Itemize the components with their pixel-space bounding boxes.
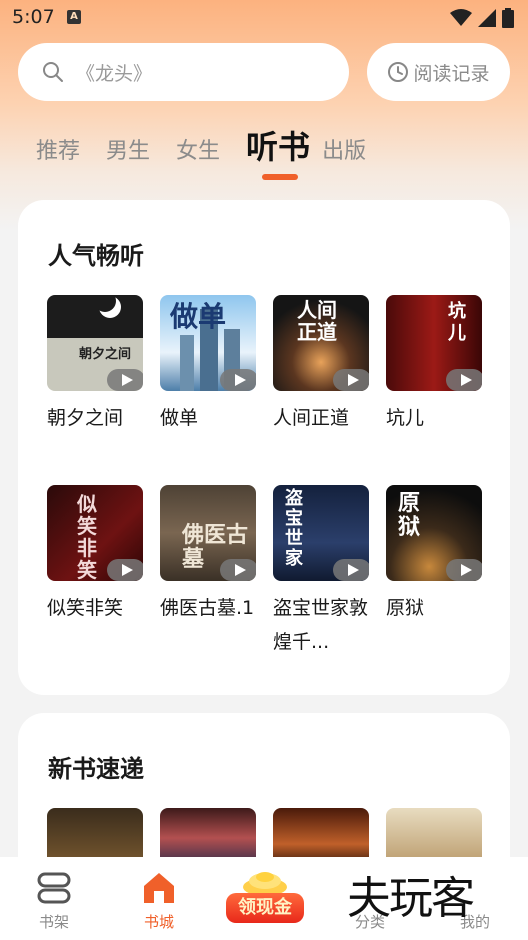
section-title: 新书速递 — [48, 755, 144, 783]
tab-audiobook[interactable]: 听书 — [246, 126, 311, 180]
cover-text: 原狱 — [398, 490, 421, 540]
reading-history-button[interactable]: 阅读记录 — [367, 43, 510, 101]
book-item[interactable]: 朝夕之间 朝夕之间 — [47, 295, 143, 435]
cover-text: 似笑非笑 — [77, 492, 97, 581]
coin-pile-icon — [243, 872, 287, 895]
book-item[interactable]: 坑儿 坑儿 — [386, 295, 482, 435]
cover-text: 人间正道 — [297, 298, 337, 344]
book-title: 朝夕之间 — [47, 407, 124, 429]
nav-bookshelf-label: 书架 — [38, 913, 69, 931]
play-icon — [446, 559, 482, 581]
search-icon — [43, 62, 63, 82]
play-icon — [333, 559, 369, 581]
claim-cash-label: 领现金 — [226, 893, 304, 923]
reading-history-label: 阅读记录 — [413, 62, 490, 85]
book-cover: 人间正道 — [273, 295, 369, 391]
cover-text: 做单 — [170, 300, 227, 333]
play-icon — [107, 369, 143, 391]
tab-female[interactable]: 女生 — [176, 136, 220, 168]
clock-icon — [388, 62, 409, 82]
cover-text: 朝夕之间 — [79, 347, 132, 362]
book-title: 盗宝世家敦煌千... — [273, 597, 369, 653]
book-item[interactable]: 佛医古墓 佛医古墓.1 — [160, 485, 256, 625]
cover-text: 坑儿 — [448, 301, 466, 344]
moon-icon — [95, 297, 121, 318]
book-cover: 盗宝世家 — [273, 485, 369, 581]
status-bar: 5:07 A — [0, 0, 528, 36]
wifi-icon — [450, 9, 472, 26]
play-icon — [446, 369, 482, 391]
claim-cash-button[interactable]: 领现金 — [224, 871, 306, 931]
book-item[interactable]: 人间正道 人间正道 — [273, 295, 369, 435]
notification-a-icon: A — [67, 10, 81, 24]
book-cover: 似笑非笑 — [47, 485, 143, 581]
search-input[interactable]: 《龙头》 — [18, 43, 349, 101]
nav-bookstore-label: 书城 — [143, 913, 174, 931]
bookshelf-icon — [37, 872, 71, 904]
signal-icon — [478, 9, 496, 27]
status-icons — [450, 8, 514, 28]
active-tab-indicator — [262, 174, 299, 180]
book-item[interactable]: 原狱 原狱 — [386, 485, 482, 625]
book-cover: 原狱 — [386, 485, 482, 581]
popular-audiobooks-section: 人气畅听 朝夕之间 朝夕之间 做单 做单 人间正道 人间正道 坑儿 坑儿 似笑非… — [18, 200, 510, 695]
play-icon — [220, 369, 256, 391]
category-tabs: 推荐 男生 女生 听书 出版 — [36, 120, 392, 180]
tab-audiobook-label: 听书 — [246, 128, 311, 166]
status-time: 5:07 — [12, 6, 55, 28]
book-cover: 朝夕之间 — [47, 295, 143, 391]
book-cover: 坑儿 — [386, 295, 482, 391]
book-title: 坑儿 — [386, 407, 425, 429]
battery-icon — [502, 8, 514, 28]
book-cover: 做单 — [160, 295, 256, 391]
home-icon — [144, 873, 174, 903]
book-title: 佛医古墓.1 — [160, 597, 255, 619]
book-title: 似笑非笑 — [47, 597, 124, 619]
watermark: 夫玩客 — [347, 873, 475, 924]
tab-publish[interactable]: 出版 — [322, 136, 366, 168]
play-icon — [220, 559, 256, 581]
book-item[interactable]: 做单 做单 — [160, 295, 256, 435]
tab-recommend[interactable]: 推荐 — [36, 136, 80, 168]
tab-male[interactable]: 男生 — [106, 136, 150, 168]
book-title: 做单 — [160, 407, 199, 429]
play-icon — [333, 369, 369, 391]
section-title: 人气畅听 — [48, 242, 144, 270]
book-title: 人间正道 — [273, 407, 350, 429]
book-item[interactable]: 盗宝世家 盗宝世家敦煌千... — [273, 485, 369, 659]
play-icon — [107, 559, 143, 581]
book-item[interactable]: 似笑非笑 似笑非笑 — [47, 485, 143, 625]
cover-text: 盗宝世家 — [285, 488, 303, 569]
book-title: 原狱 — [386, 597, 425, 619]
book-cover: 佛医古墓 — [160, 485, 256, 581]
search-placeholder: 《龙头》 — [76, 62, 153, 85]
